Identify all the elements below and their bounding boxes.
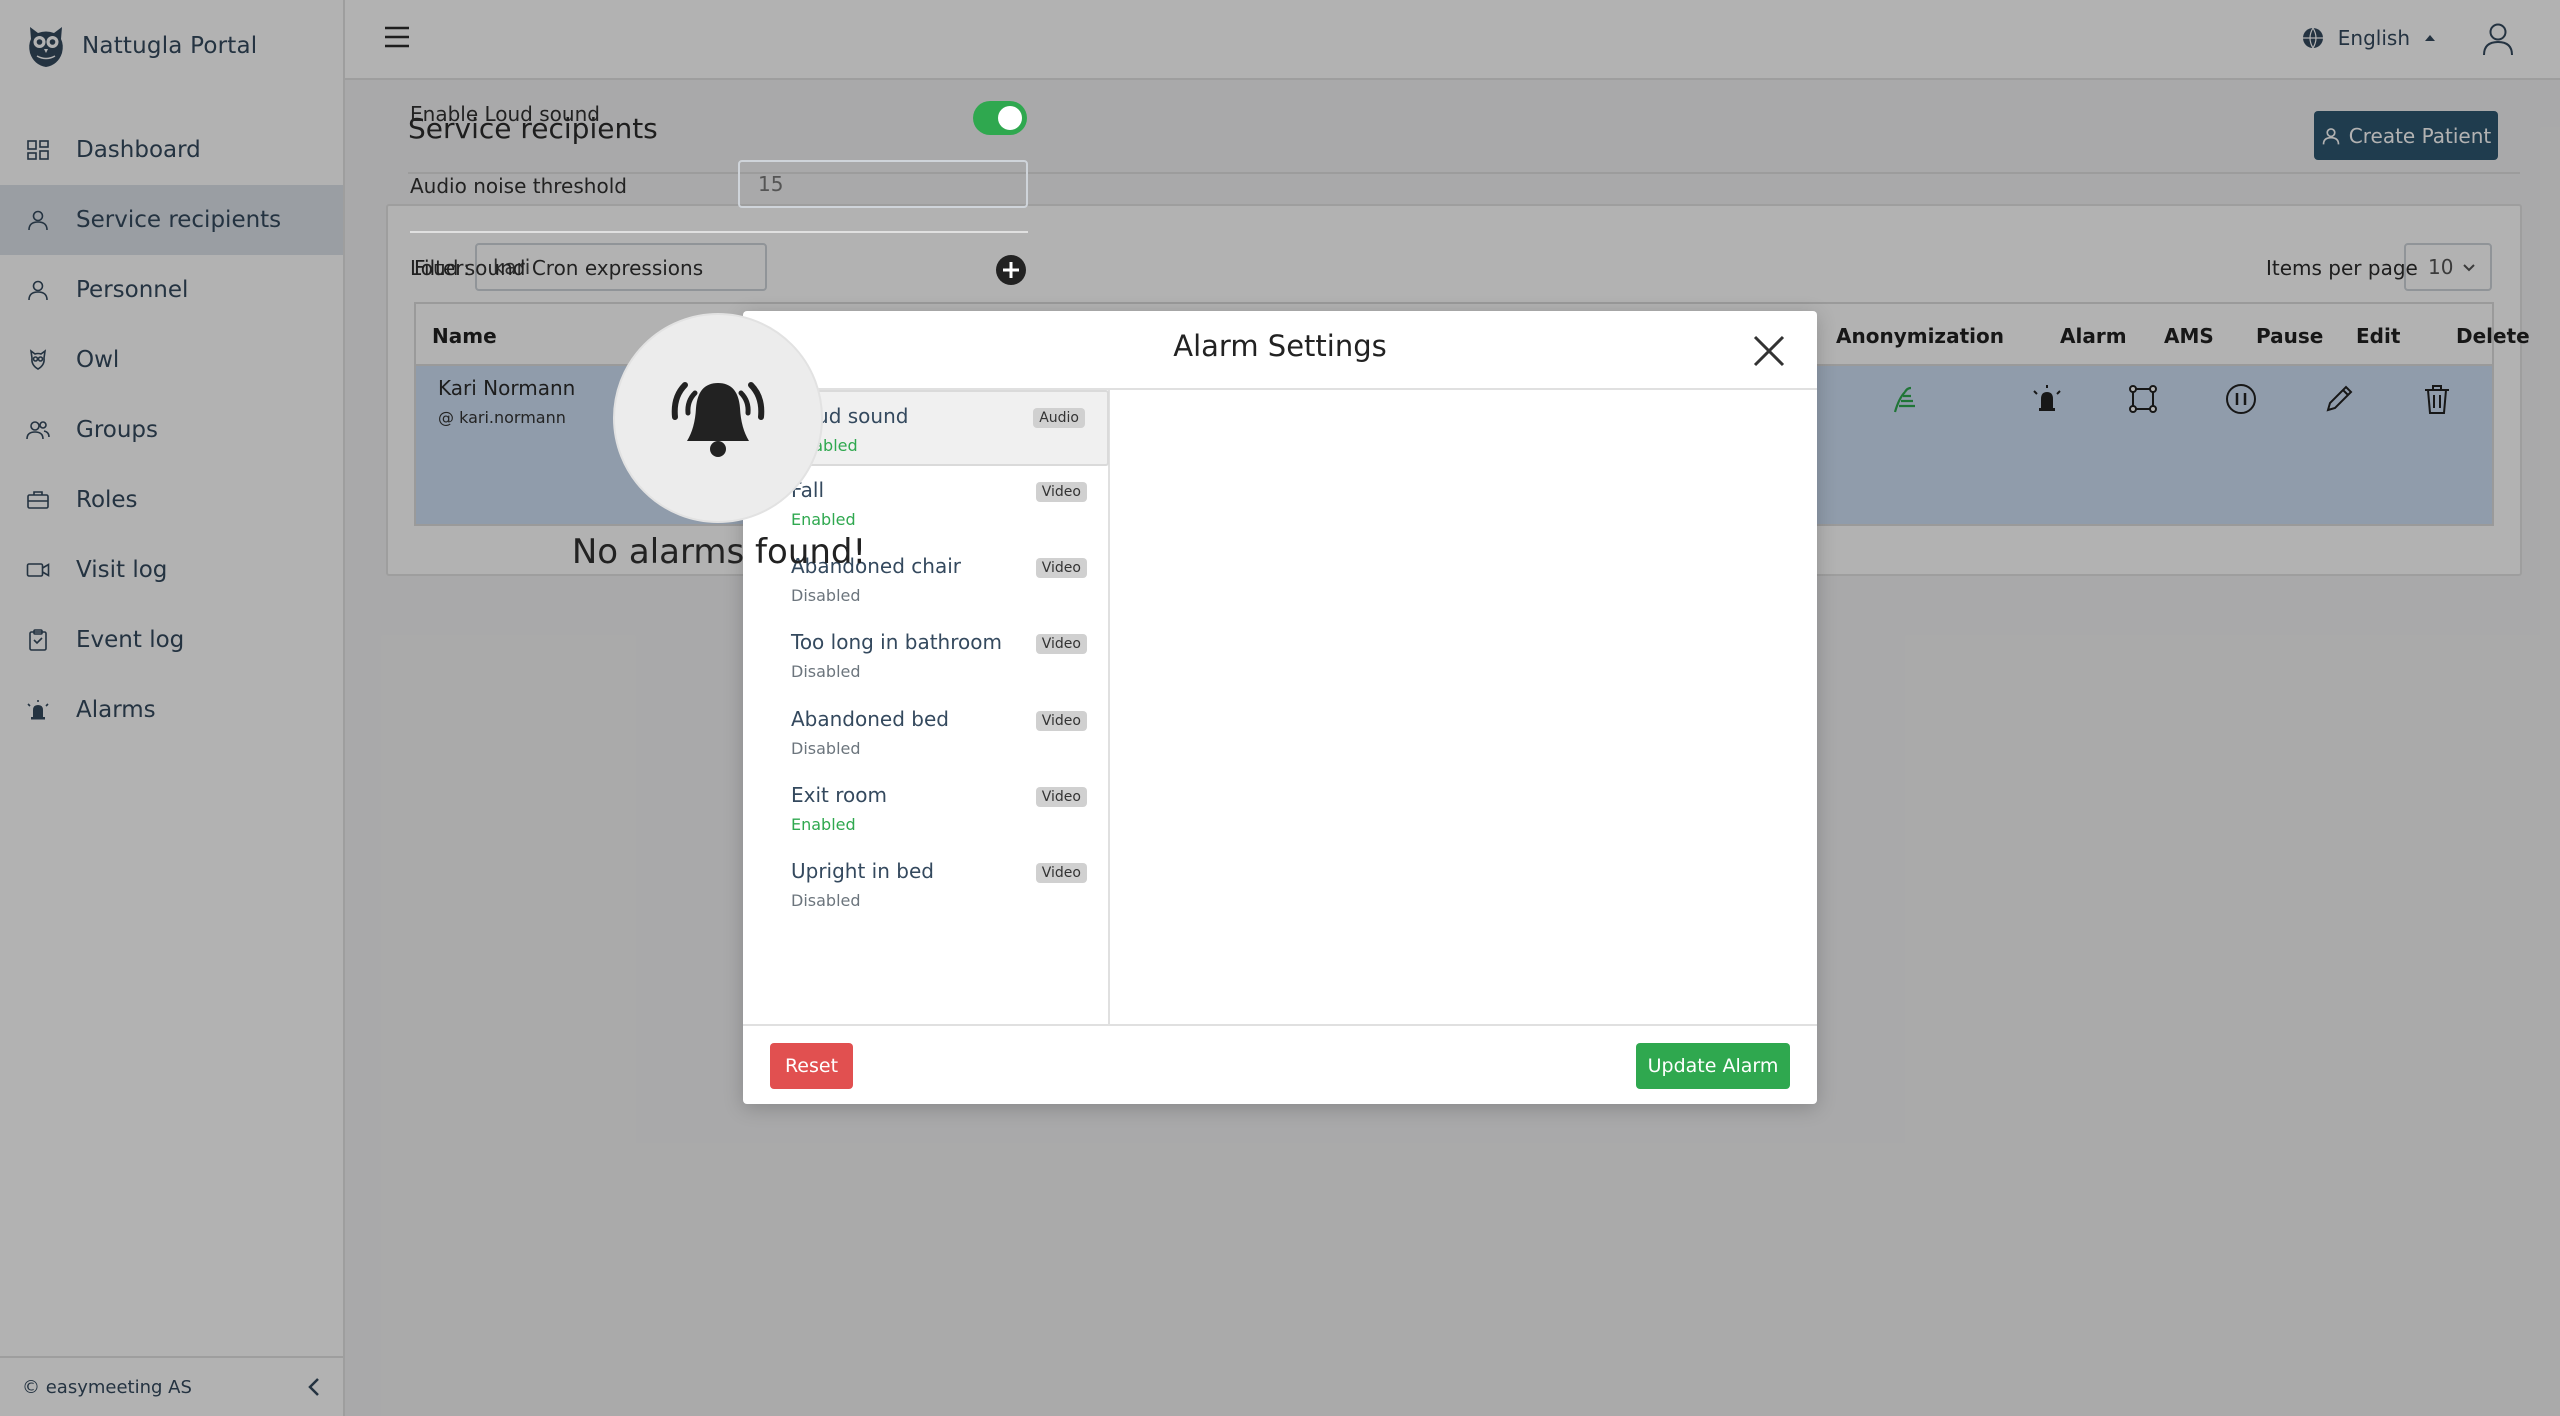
enable-loud-sound-label: Enable Loud sound <box>410 102 600 126</box>
alarm-name: Too long in bathroom <box>791 630 1002 654</box>
audio-noise-threshold-label: Audio noise threshold <box>410 174 627 198</box>
cron-expressions-label: Loud sound Cron expressions <box>410 256 704 280</box>
audio-noise-threshold-input[interactable]: 15 <box>738 160 1028 208</box>
alarm-status: Disabled <box>791 739 861 758</box>
toggle-knob <box>998 106 1022 130</box>
alarm-name: Abandoned bed <box>791 707 949 731</box>
alarm-type-badge: Video <box>1035 787 1087 807</box>
alarm-status: Enabled <box>791 510 856 529</box>
alarm-item-too-long-in-bathroom[interactable]: Too long in bathroom Disabled Video <box>769 618 1109 694</box>
alarm-item-abandoned-bed[interactable]: Abandoned bed Disabled Video <box>769 695 1109 771</box>
enable-toggle-switch[interactable] <box>973 101 1027 135</box>
alarm-status: Disabled <box>791 891 861 910</box>
no-alarms-message: No alarms found! <box>571 532 867 572</box>
alarm-type-badge: Video <box>1035 863 1087 883</box>
modal-footer: Reset Update Alarm <box>743 1024 1817 1104</box>
empty-state-circle <box>613 313 823 523</box>
alarm-item-upright-in-bed[interactable]: Upright in bed Disabled Video <box>769 847 1109 923</box>
ringing-bell-icon <box>671 382 765 457</box>
update-alarm-button[interactable]: Update Alarm <box>1636 1043 1790 1089</box>
alarm-settings-modal: Alarm Settings Loud sound Enabled Audio … <box>743 311 1817 1104</box>
modal-header: Alarm Settings <box>743 311 1817 390</box>
alarm-item-exit-room[interactable]: Exit room Enabled Video <box>769 771 1109 847</box>
alarm-item-fall[interactable]: Fall Enabled Video <box>769 466 1109 542</box>
alarm-status: Disabled <box>791 662 861 681</box>
alarm-type-badge: Audio <box>1033 408 1085 428</box>
alarm-status: Enabled <box>791 815 856 834</box>
alarm-type-badge: Video <box>1035 558 1087 578</box>
alarm-status: Disabled <box>791 586 861 605</box>
alarm-name: Upright in bed <box>791 859 934 883</box>
add-circle-icon[interactable] <box>995 254 1027 286</box>
modal-title: Alarm Settings <box>1173 329 1387 363</box>
reset-button[interactable]: Reset <box>770 1043 853 1089</box>
alarm-name: Exit room <box>791 783 887 807</box>
divider <box>410 231 1028 233</box>
alarm-type-badge: Video <box>1035 711 1087 731</box>
close-icon[interactable] <box>1751 333 1787 369</box>
alarm-type-badge: Video <box>1035 634 1087 654</box>
alarm-type-badge: Video <box>1035 482 1087 502</box>
